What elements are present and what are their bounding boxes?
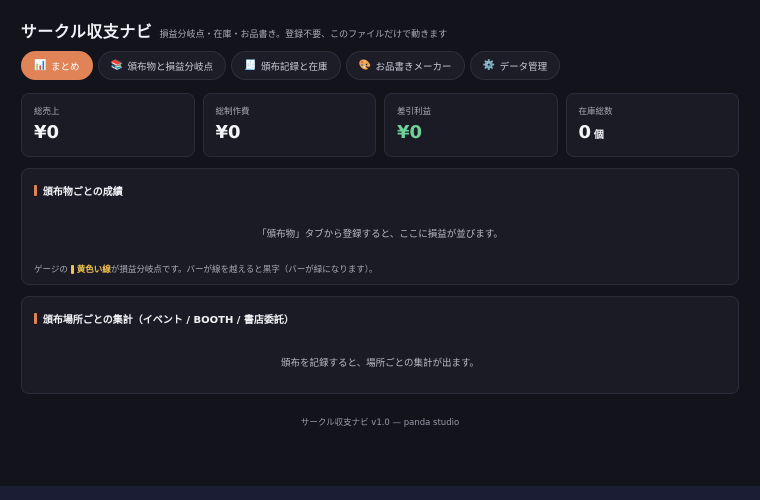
gauge-note: ゲージの 黄色い線 が損益分岐点です。バーが線を越えると黒字（バーが緑になります… [34,263,378,275]
stat-value: 0個 [578,122,605,143]
tab-label: まとめ [51,61,80,73]
stat-value: ¥0 [397,122,423,143]
stats-row: 総売上 ¥0 総制作費 ¥0 差引利益 ¥0 在庫総数 0個 [21,93,739,157]
app-subtitle: 損益分岐点・在庫・お品書き。登録不要、このファイルだけで動きます [159,30,448,40]
yellow-line-highlight: 黄色い線 [68,263,111,275]
tab-label: お品書きメーカー [375,61,452,73]
panel-title: 頒布場所ごとの集計（イベント / BOOTH / 書店委託） [34,311,726,326]
stat-unit: 個 [594,130,605,141]
app-title: サークル収支ナビ [21,22,153,41]
tab-label: データ管理 [499,61,548,73]
stat-total-stock: 在庫総数 0個 [565,93,739,157]
panel-title: 頒布物ごとの成績 [34,183,726,198]
empty-message: 頒布を記録すると、場所ごとの集計が出ます。 [280,358,480,369]
receipt-icon: 🧾 [244,60,257,71]
stat-value: ¥0 [215,122,241,143]
stat-total-sales: 総売上 ¥0 [21,93,195,157]
app-root: サークル収支ナビ 損益分岐点・在庫・お品書き。登録不要、このファイルだけで動きま… [0,0,760,428]
bottom-band [0,486,760,500]
header: サークル収支ナビ 損益分岐点・在庫・お品書き。登録不要、このファイルだけで動きま… [21,18,739,41]
stat-label: 在庫総数 [578,107,613,117]
stat-total-cost: 総制作費 ¥0 [202,93,376,157]
tab-label: 頒布記録と在庫 [261,61,328,73]
stat-label: 差引利益 [397,107,432,117]
tab-data-management[interactable]: ⚙️ データ管理 [469,51,561,80]
footer: サークル収支ナビ v1.0 — panda studio [300,418,460,428]
stat-net-profit: 差引利益 ¥0 [384,93,558,157]
title-accent-bar [34,313,37,324]
gear-icon: ⚙️ [482,60,496,71]
tab-summary[interactable]: 📊 まとめ [21,51,93,80]
books-icon: 📚 [110,60,123,71]
tab-records-stock[interactable]: 🧾 頒布記録と在庫 [231,51,341,80]
title-accent-bar [34,185,37,196]
chart-icon: 📊 [34,60,47,71]
palette-icon: 🎨 [358,60,371,71]
tab-items-breakeven[interactable]: 📚 頒布物と損益分岐点 [97,51,227,80]
items-performance-panel: 頒布物ごとの成績 「頒布物」タブから登録すると、ここに損益が並びます。 ゲージの… [21,168,739,285]
stat-label: 総制作費 [215,107,250,117]
stat-label: 総売上 [34,107,60,117]
tab-bar: 📊 まとめ 📚 頒布物と損益分岐点 🧾 頒布記録と在庫 🎨 お品書きメーカー ⚙… [21,51,739,80]
tab-label: 頒布物と損益分岐点 [127,61,214,73]
tab-menu-maker[interactable]: 🎨 お品書きメーカー [345,51,465,80]
empty-message: 「頒布物」タブから登録すると、ここに損益が並びます。 [257,229,503,240]
places-summary-panel: 頒布場所ごとの集計（イベント / BOOTH / 書店委託） 頒布を記録すると、… [21,296,739,394]
stat-value: ¥0 [34,122,60,143]
